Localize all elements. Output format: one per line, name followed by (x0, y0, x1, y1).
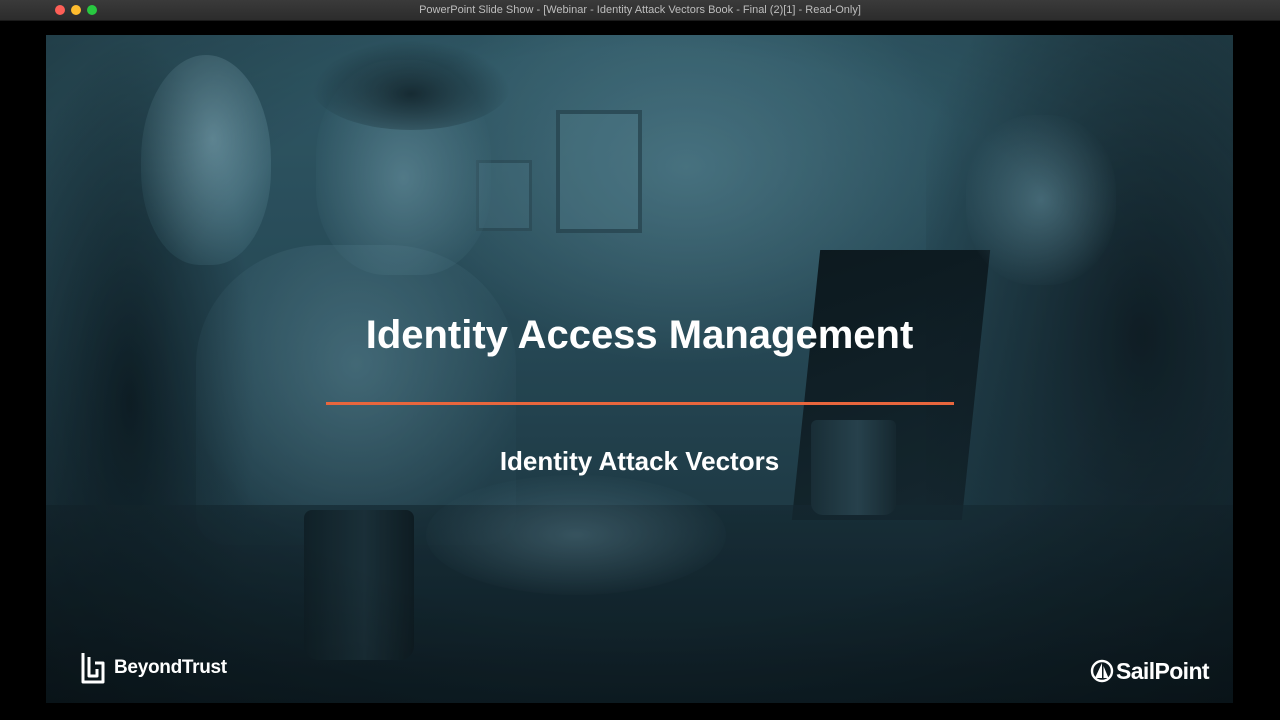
slideshow-window: PowerPoint Slide Show - [Webinar - Ident… (0, 0, 1280, 720)
sailpoint-logo-icon (1090, 659, 1114, 683)
beyondtrust-logo-icon (81, 653, 105, 684)
title-bar[interactable]: PowerPoint Slide Show - [Webinar - Ident… (0, 0, 1280, 21)
sailpoint-logo-text: SailPoint (1115, 657, 1210, 684)
slide-subtitle: Identity Attack Vectors (499, 446, 780, 476)
photo-vignette (46, 35, 1233, 703)
beyondtrust-logo: BeyondTrust (80, 650, 227, 686)
slide[interactable]: Identity Access Management Identity Atta… (46, 35, 1233, 703)
beyondtrust-logo-text: BeyondTrust (114, 657, 227, 678)
title-divider (326, 402, 954, 405)
sailpoint-logo: SailPoint (1090, 656, 1210, 686)
window-title: PowerPoint Slide Show - [Webinar - Ident… (419, 4, 861, 16)
slide-title: Identity Access Management (365, 313, 914, 357)
